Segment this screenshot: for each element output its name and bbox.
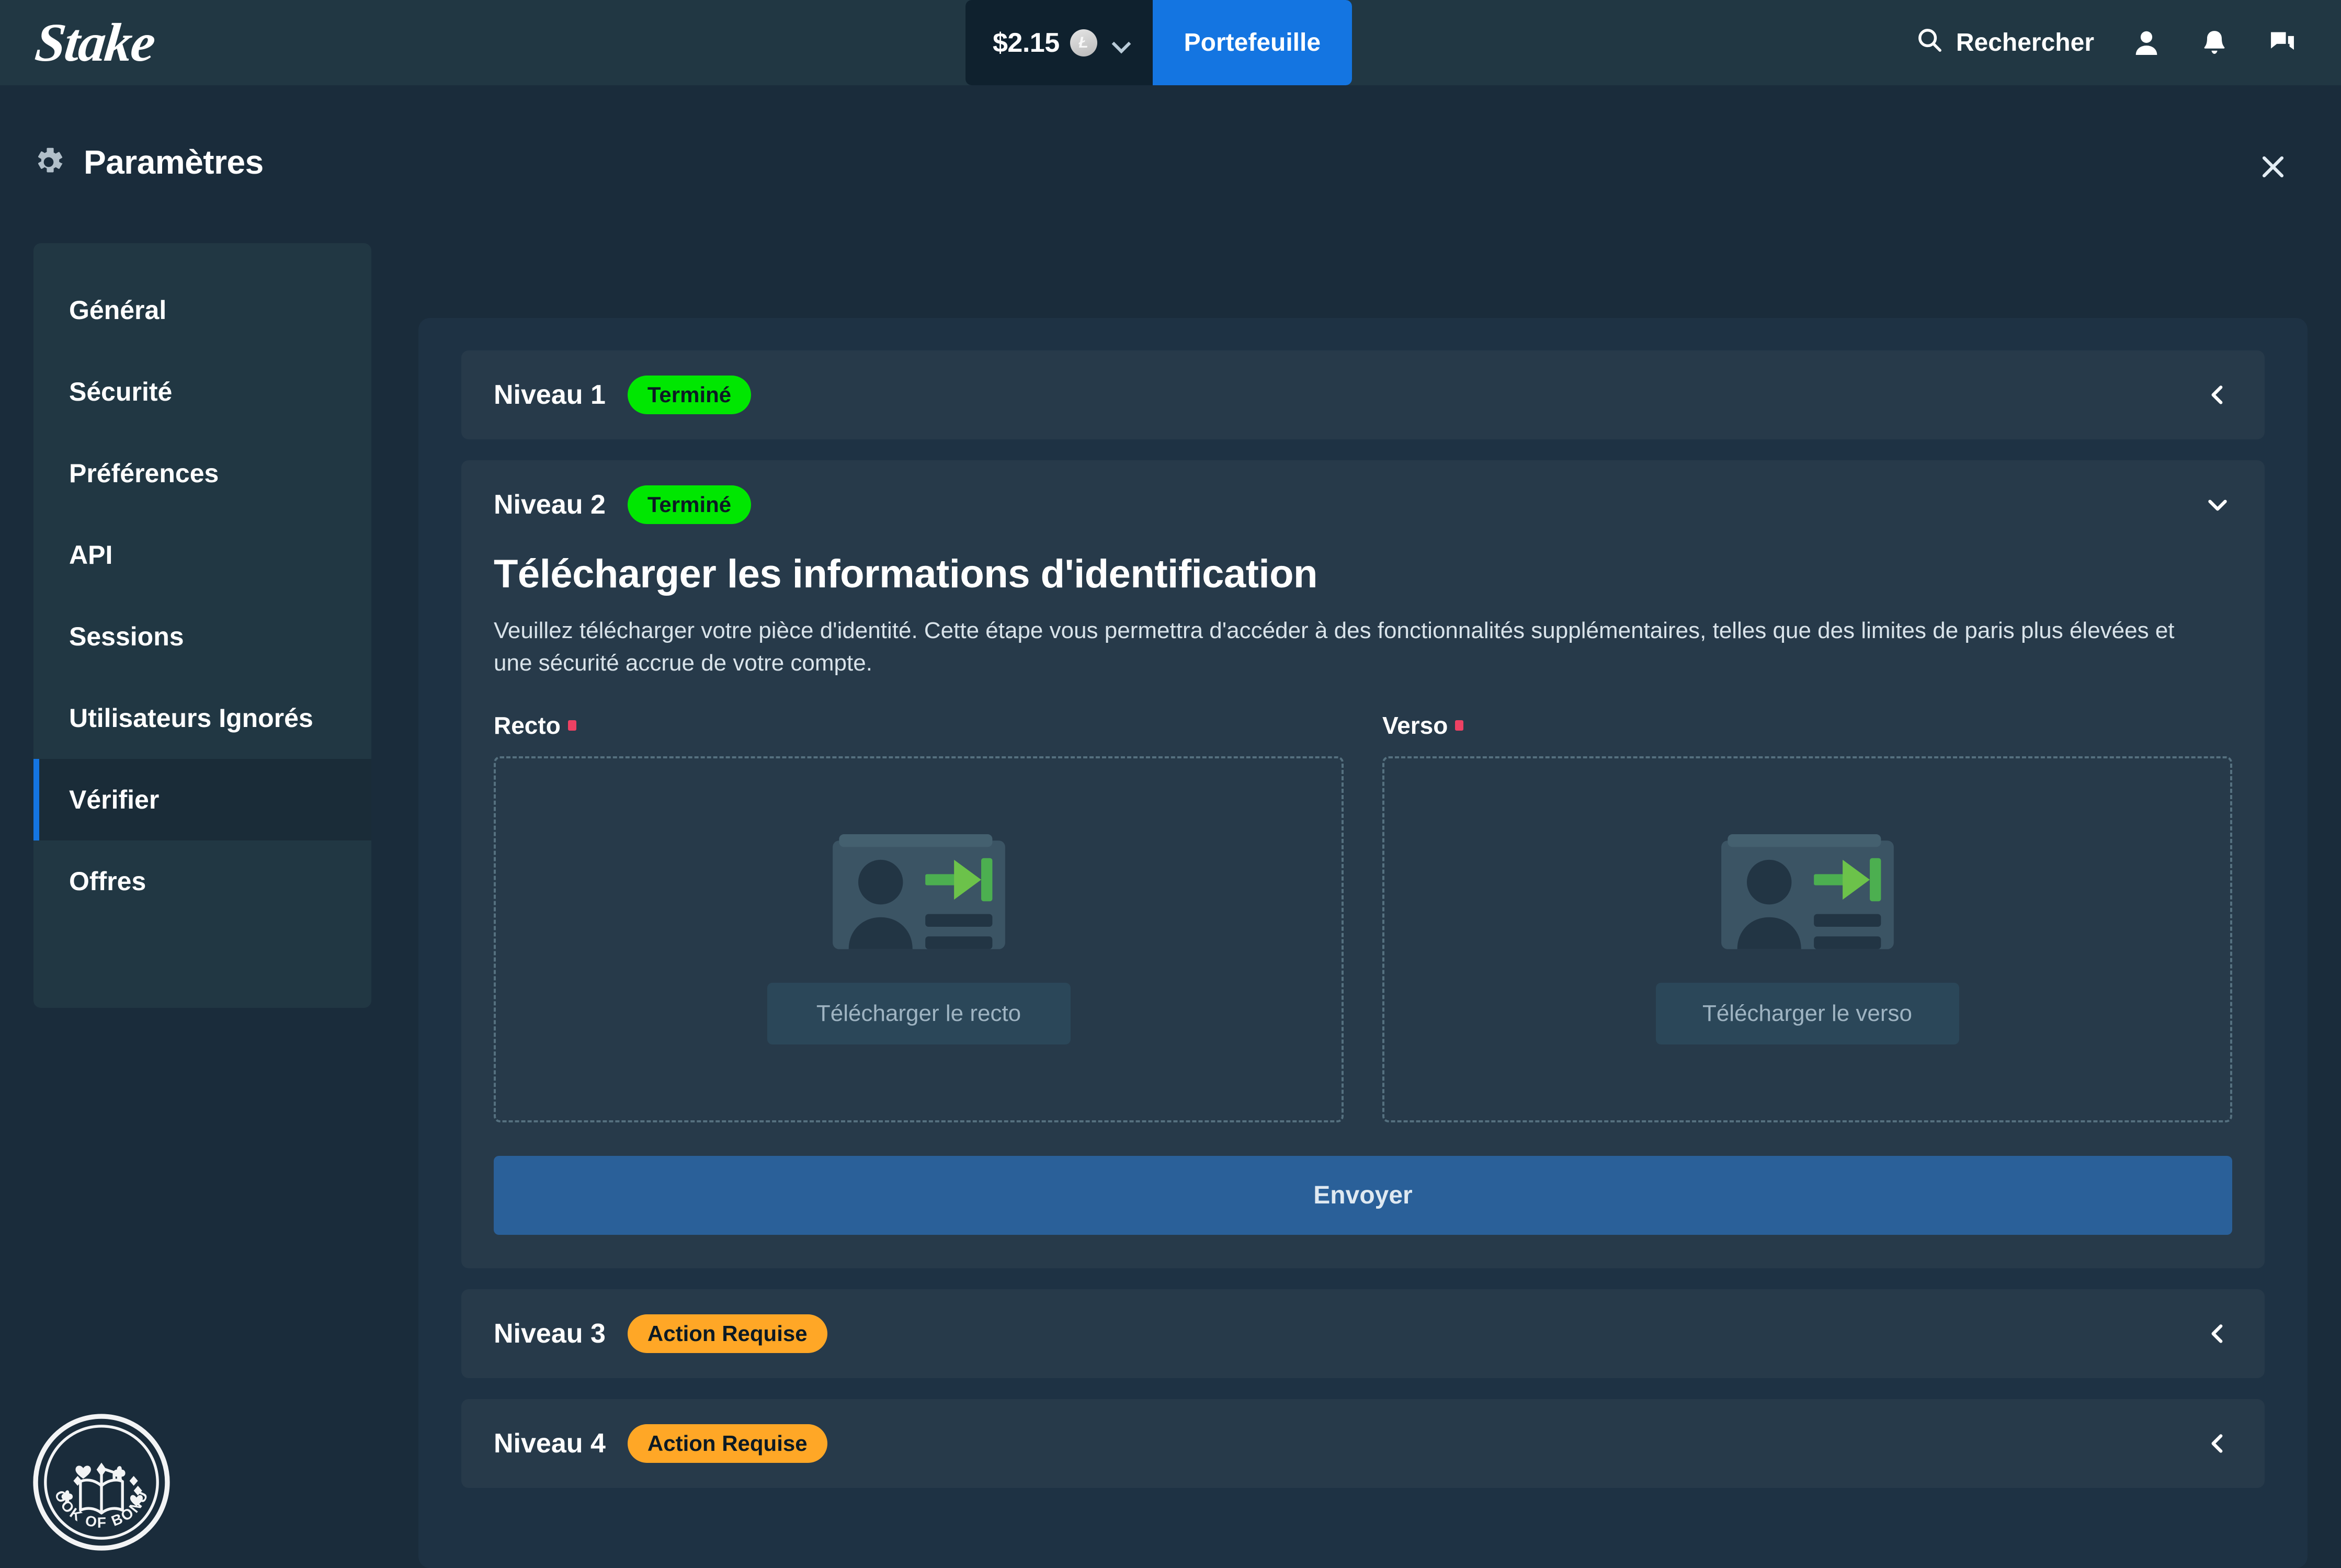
chevron-left-icon[interactable] xyxy=(2203,1429,2232,1458)
chat-button[interactable] xyxy=(2267,27,2298,59)
level-1-row[interactable]: Niveau 1 Terminé xyxy=(461,350,2265,439)
sidebar-item-preferences[interactable]: Préférences xyxy=(33,433,371,514)
front-dropzone[interactable]: Télécharger le recto xyxy=(494,756,1344,1122)
status-badge: Action Requise xyxy=(627,1424,827,1463)
front-label: Recto xyxy=(494,711,561,739)
notifications-button[interactable] xyxy=(2199,27,2230,59)
chat-bubble-icon xyxy=(2268,28,2297,58)
front-upload-column: Recto Télécharger le recto xyxy=(494,711,1344,1122)
sidebar-item-label: Général xyxy=(69,296,167,325)
search-label: Rechercher xyxy=(1956,29,2094,56)
wallet-group: $2.15 Ł Portefeuille xyxy=(965,0,1353,85)
section-description: Veuillez télécharger votre pièce d'ident… xyxy=(494,618,2175,676)
chevron-down-icon[interactable] xyxy=(2203,490,2232,519)
upload-identification-section: Télécharger les informations d'identific… xyxy=(461,549,2265,1268)
sidebar-item-label: Vérifier xyxy=(69,785,160,814)
chevron-left-icon[interactable] xyxy=(2203,1319,2232,1348)
level-3-row[interactable]: Niveau 3 Action Requise xyxy=(461,1289,2265,1378)
balance-amount: $2.15 xyxy=(993,27,1060,58)
status-badge: Terminé xyxy=(627,485,752,524)
watermark-text: BOOK OF BONUS xyxy=(25,1399,150,1531)
wallet-button[interactable]: Portefeuille xyxy=(1152,0,1353,85)
bell-icon xyxy=(2200,28,2229,58)
sidebar-item-security[interactable]: Sécurité xyxy=(33,351,371,433)
required-indicator-icon xyxy=(567,720,576,731)
back-dropzone[interactable]: Télécharger le verso xyxy=(1382,756,2232,1122)
upload-front-button[interactable]: Télécharger le recto xyxy=(767,982,1071,1044)
level-name: Niveau 3 xyxy=(494,1318,606,1349)
top-navigation-bar: Stake $2.15 Ł Portefeuille Rechercher xyxy=(0,0,2341,85)
chevron-left-icon[interactable] xyxy=(2203,380,2232,410)
sidebar-item-label: Utilisateurs Ignorés xyxy=(69,703,313,733)
status-badge: Terminé xyxy=(627,376,752,414)
search-icon xyxy=(1915,26,1944,60)
sidebar-item-label: Offres xyxy=(69,867,146,896)
page-title: Paramètres xyxy=(84,143,264,181)
back-upload-column: Verso Télécharger le verso xyxy=(1382,711,2232,1122)
section-title: Télécharger les informations d'identific… xyxy=(494,552,1317,596)
level-name: Niveau 1 xyxy=(494,380,606,410)
sidebar-item-sessions[interactable]: Sessions xyxy=(33,596,371,677)
back-label-row: Verso xyxy=(1382,711,2232,740)
verification-panel: Niveau 1 Terminé Niveau 2 Terminé Téléch… xyxy=(418,318,2308,1568)
top-right-actions: Rechercher xyxy=(1915,0,2298,85)
gear-icon xyxy=(31,145,66,179)
level-name: Niveau 4 xyxy=(494,1428,606,1459)
sidebar-item-label: Préférences xyxy=(69,459,219,488)
close-icon xyxy=(2258,152,2288,185)
user-icon xyxy=(2131,28,2162,58)
sidebar-item-label: API xyxy=(69,540,113,570)
required-indicator-icon xyxy=(1455,720,1464,731)
settings-header: Paramètres xyxy=(31,143,264,181)
stake-logo[interactable]: Stake xyxy=(32,12,157,74)
sidebar-item-verify[interactable]: Vérifier xyxy=(33,759,371,840)
profile-button[interactable] xyxy=(2131,27,2162,59)
svg-text:BOOK OF BONUS: BOOK OF BONUS xyxy=(31,1412,152,1531)
sidebar-item-api[interactable]: API xyxy=(33,514,371,596)
sidebar-item-offers[interactable]: Offres xyxy=(33,840,371,922)
id-card-import-icon xyxy=(832,834,1005,949)
book-of-bonus-badge-icon: BOOK OF BONUS xyxy=(25,1399,172,1552)
coin-symbol: Ł xyxy=(1078,33,1088,51)
settings-sidebar: Général Sécurité Préférences API Session… xyxy=(33,243,371,1008)
front-label-row: Recto xyxy=(494,711,1344,740)
close-button[interactable] xyxy=(2253,148,2293,188)
level-name: Niveau 2 xyxy=(494,490,606,520)
id-card-import-icon xyxy=(1721,834,1894,949)
search-button[interactable]: Rechercher xyxy=(1915,26,2094,60)
level-2-row[interactable]: Niveau 2 Terminé xyxy=(461,460,2265,549)
submit-button[interactable]: Envoyer xyxy=(494,1155,2232,1235)
upload-back-button[interactable]: Télécharger le verso xyxy=(1655,982,1959,1044)
chevron-down-icon xyxy=(1113,35,1129,51)
level-2-block: Niveau 2 Terminé Télécharger les informa… xyxy=(461,460,2265,1268)
sidebar-item-ignored-users[interactable]: Utilisateurs Ignorés xyxy=(33,677,371,759)
upload-columns: Recto Télécharger le recto Verso Télécha… xyxy=(494,711,2232,1122)
sidebar-item-label: Sessions xyxy=(69,622,184,651)
sidebar-item-general[interactable]: Général xyxy=(33,269,371,351)
status-badge: Action Requise xyxy=(627,1314,827,1353)
balance-selector[interactable]: $2.15 Ł xyxy=(965,0,1153,85)
litecoin-coin-icon: Ł xyxy=(1070,29,1097,56)
level-4-row[interactable]: Niveau 4 Action Requise xyxy=(461,1399,2265,1488)
back-label: Verso xyxy=(1382,711,1448,739)
sidebar-item-label: Sécurité xyxy=(69,377,173,406)
settings-modal: Paramètres Général Sécurité Préférences … xyxy=(0,85,2341,1568)
